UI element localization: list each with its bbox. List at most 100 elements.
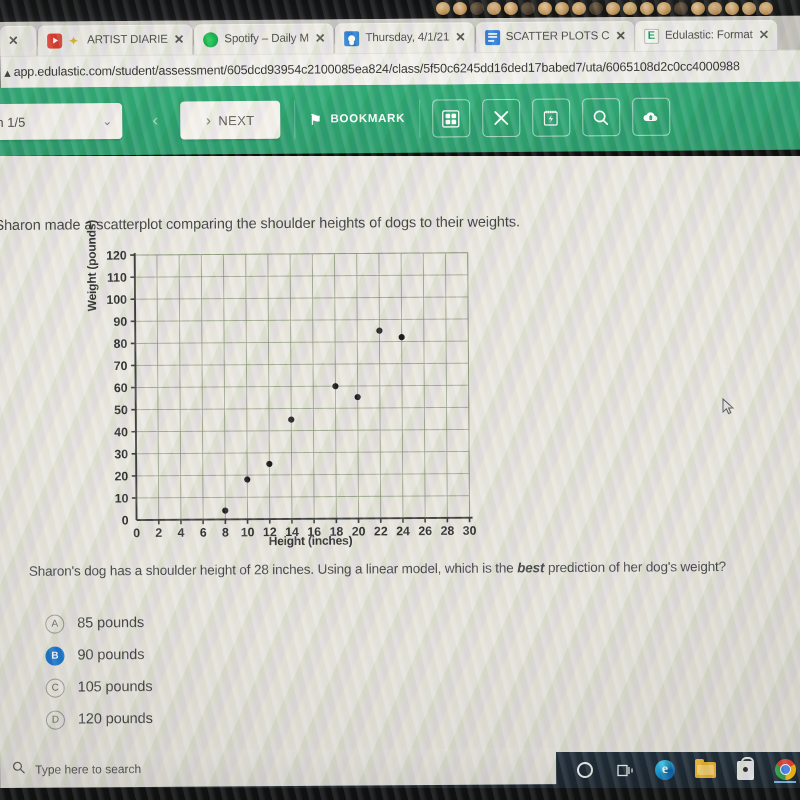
- svg-text:40: 40: [114, 425, 128, 439]
- scatterplot-svg: 01020304050607080901001101200 2 4 6 8 10 12 14 1…: [106, 249, 477, 541]
- contact-icon: [344, 30, 360, 46]
- answer-option-a[interactable]: A 85 pounds: [45, 605, 445, 640]
- option-label: 90 pounds: [77, 647, 145, 664]
- option-label: 105 pounds: [77, 678, 153, 696]
- youtube-icon: [47, 33, 63, 49]
- edulastic-icon: [643, 28, 660, 44]
- answer-option-b[interactable]: B 90 pounds: [45, 637, 445, 672]
- magnifier-icon[interactable]: [581, 98, 621, 137]
- svg-text:110: 110: [107, 271, 127, 285]
- svg-text:60: 60: [114, 381, 128, 395]
- svg-text:14: 14: [285, 525, 299, 539]
- svg-text:120: 120: [106, 249, 127, 263]
- question-selector-dropdown[interactable]: ion 1/5 ⌄: [0, 102, 123, 141]
- svg-text:22: 22: [374, 524, 388, 538]
- layout-grid-icon[interactable]: [431, 99, 471, 138]
- task-view-icon[interactable]: [614, 759, 636, 781]
- svg-text:30: 30: [114, 447, 128, 461]
- svg-text:0: 0: [122, 514, 129, 528]
- svg-text:24: 24: [396, 524, 410, 538]
- browser-tab-edulastic[interactable]: Edulastic: Format ✕: [634, 19, 778, 52]
- star-icon: ✦: [68, 32, 80, 48]
- option-bubble[interactable]: D: [45, 710, 66, 730]
- browser-tab-thursday[interactable]: Thursday, 4/1/21 ✕: [335, 22, 474, 54]
- close-icon[interactable]: ✕: [315, 31, 326, 45]
- svg-text:20: 20: [352, 524, 366, 538]
- scratchpad-icon[interactable]: [531, 98, 571, 137]
- previous-button[interactable]: ‹: [138, 103, 172, 139]
- option-bubble-selected[interactable]: B: [45, 646, 65, 666]
- svg-text:80: 80: [114, 337, 128, 351]
- browser-tab[interactable]: ✕: [0, 25, 37, 56]
- option-bubble[interactable]: A: [45, 614, 65, 634]
- tab-title: Spotify – Daily M: [224, 32, 309, 46]
- option-label: 120 pounds: [77, 710, 153, 728]
- cortana-icon[interactable]: [574, 759, 596, 781]
- close-icon[interactable]: ✕: [8, 34, 19, 48]
- prompt-part-1: Sharon's dog has a shoulder height of 28…: [28, 560, 518, 579]
- answer-option-d[interactable]: D 120 pounds: [45, 701, 446, 736]
- tab-title: Thursday, 4/1/21: [365, 31, 450, 45]
- chrome-icon[interactable]: [774, 758, 796, 781]
- windows-taskbar: Type here to search e: [0, 748, 800, 788]
- svg-text:70: 70: [114, 359, 128, 373]
- masking-cloud-icon[interactable]: [631, 97, 671, 136]
- search-icon: [12, 761, 25, 779]
- bookmark-icon: ⚑: [309, 110, 323, 128]
- svg-text:26: 26: [418, 524, 432, 538]
- prompt-emphasis: best: [517, 560, 545, 576]
- svg-text:28: 28: [441, 524, 455, 538]
- laptop-bezel-bottom: [0, 788, 800, 800]
- mouse-cursor: [722, 397, 736, 421]
- close-icon[interactable]: ✕: [759, 28, 770, 42]
- svg-text:4: 4: [178, 526, 185, 540]
- strikethrough-close-icon[interactable]: [481, 98, 521, 138]
- svg-text:12: 12: [263, 525, 277, 539]
- option-label: 85 pounds: [77, 615, 145, 632]
- edge-icon[interactable]: e: [654, 759, 676, 781]
- question-prompt: Sharon's dog has a shoulder height of 28…: [29, 558, 800, 579]
- taskbar-icons: e: [556, 756, 796, 781]
- assessment-toolbar: ion 1/5 ⌄ ‹ › NEXT ⚑ BOOKMARK: [0, 81, 800, 156]
- screen-photo: ✕ ✦ ARTIST DIARIE ✕ Spotify – Daily M ✕ …: [0, 0, 800, 800]
- microsoft-store-icon[interactable]: [734, 756, 756, 781]
- svg-text:50: 50: [114, 403, 128, 417]
- browser-tab-scatter-plots[interactable]: SCATTER PLOTS C ✕: [475, 21, 635, 53]
- next-button-label: NEXT: [218, 112, 255, 128]
- bookmark-label: BOOKMARK: [330, 112, 406, 126]
- svg-text:16: 16: [307, 525, 321, 539]
- svg-text:20: 20: [115, 469, 129, 483]
- next-button[interactable]: › NEXT: [180, 100, 281, 140]
- option-bubble[interactable]: C: [45, 678, 65, 698]
- tab-title: ARTIST DIARIE: [87, 33, 168, 47]
- chevron-right-icon: ›: [205, 111, 212, 129]
- answer-option-c[interactable]: C 105 pounds: [45, 669, 446, 704]
- svg-text:100: 100: [106, 293, 127, 307]
- browser-tab-spotify[interactable]: Spotify – Daily M ✕: [194, 23, 334, 55]
- svg-text:90: 90: [113, 315, 127, 329]
- close-icon[interactable]: ✕: [174, 32, 185, 46]
- document-icon: [484, 29, 500, 45]
- svg-text:8: 8: [222, 525, 229, 539]
- question-selector-label: ion 1/5: [0, 114, 26, 130]
- svg-text:18: 18: [330, 525, 344, 539]
- file-explorer-icon[interactable]: [694, 759, 716, 781]
- url-text: app.edulastic.com/student/assessment/605…: [13, 59, 740, 79]
- prompt-part-2: prediction of her dog's weight?: [544, 558, 727, 576]
- browser-tab-artist-diaries[interactable]: ✦ ARTIST DIARIE ✕: [38, 24, 193, 56]
- tab-title: SCATTER PLOTS C: [505, 30, 610, 44]
- bookmark-button[interactable]: ⚑ BOOKMARK: [294, 99, 421, 139]
- svg-text:30: 30: [463, 524, 477, 538]
- svg-text:0: 0: [133, 526, 140, 540]
- site-info-icon: ▴: [4, 65, 11, 80]
- browser-chrome: ✕ ✦ ARTIST DIARIE ✕ Spotify – Daily M ✕ …: [0, 15, 800, 88]
- close-icon[interactable]: ✕: [455, 30, 466, 44]
- search-input[interactable]: Type here to search: [0, 748, 557, 788]
- assessment-page: Sharon made a scatterplot comparing the …: [0, 156, 800, 752]
- chevron-down-icon: ⌄: [102, 114, 113, 129]
- svg-text:10: 10: [115, 491, 129, 505]
- spotify-icon: [203, 31, 219, 47]
- close-icon[interactable]: ✕: [615, 29, 626, 43]
- tab-title: Edulastic: Format: [664, 29, 753, 42]
- svg-text:2: 2: [155, 526, 162, 540]
